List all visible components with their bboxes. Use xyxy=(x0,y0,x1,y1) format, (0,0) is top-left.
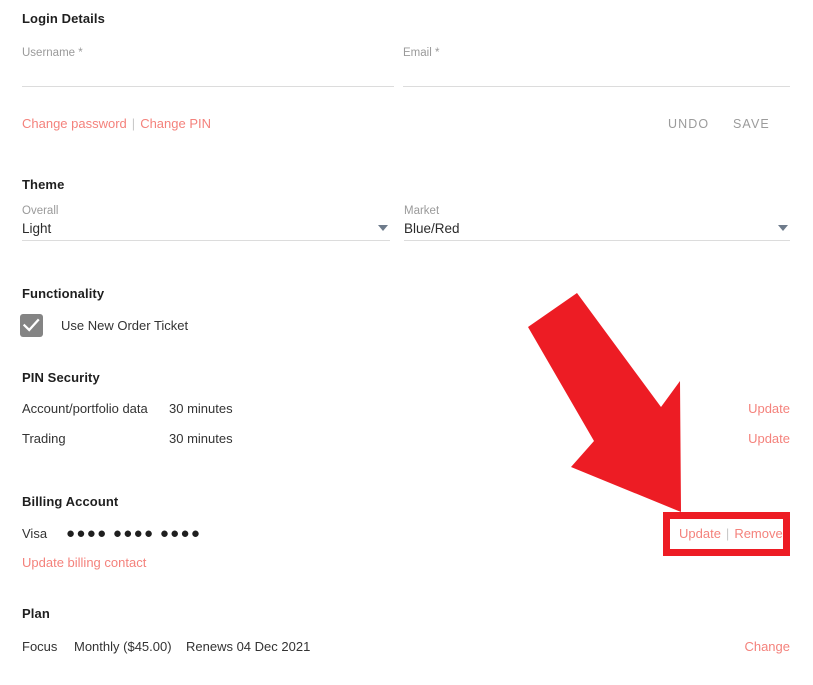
billing-remove-link[interactable]: Remove xyxy=(734,526,782,541)
pin-security-row: Trading 30 minutes Update xyxy=(0,431,813,449)
theme-market-select[interactable]: Market Blue/Red xyxy=(404,205,790,241)
section-title-functionality: Functionality xyxy=(22,286,105,301)
pin-security-row-name: Trading xyxy=(22,431,66,446)
use-new-order-ticket-checkbox[interactable] xyxy=(20,314,43,337)
pin-security-row-duration: 30 minutes xyxy=(169,401,233,416)
theme-market-underline xyxy=(404,240,790,241)
username-field-underline xyxy=(22,86,394,87)
billing-actions-separator: | xyxy=(725,526,730,541)
section-title-plan: Plan xyxy=(22,606,50,621)
plan-renewal-date: Renews 04 Dec 2021 xyxy=(186,639,311,654)
red-arrow-annotation-icon xyxy=(528,293,681,512)
section-title-theme: Theme xyxy=(22,177,65,192)
use-new-order-ticket-row[interactable]: Use New Order Ticket xyxy=(20,314,188,337)
change-password-link[interactable]: Change password xyxy=(22,116,127,131)
email-field-label: Email * xyxy=(403,47,440,59)
theme-overall-value: Light xyxy=(22,221,52,236)
username-field[interactable]: Username * xyxy=(22,47,394,87)
pin-security-row: Account/portfolio data 30 minutes Update xyxy=(0,401,813,419)
save-button[interactable]: SAVE xyxy=(733,117,770,131)
theme-market-value: Blue/Red xyxy=(404,221,460,236)
update-billing-contact-link[interactable]: Update billing contact xyxy=(22,555,146,570)
theme-overall-select[interactable]: Overall Light xyxy=(22,205,390,241)
billing-update-link[interactable]: Update xyxy=(679,526,721,541)
pin-security-row-name: Account/portfolio data xyxy=(22,401,148,416)
pin-security-update-link[interactable]: Update xyxy=(748,431,790,446)
check-icon xyxy=(23,318,40,332)
plan-billing-cycle: Monthly ($45.00) xyxy=(74,639,172,654)
chevron-down-icon[interactable] xyxy=(378,225,388,231)
billing-actions-group: Update | Remove xyxy=(679,526,783,541)
email-field[interactable]: Email * xyxy=(403,47,790,87)
theme-overall-underline xyxy=(22,240,390,241)
pin-security-update-link[interactable]: Update xyxy=(748,401,790,416)
login-links-group: Change password | Change PIN xyxy=(22,116,211,131)
theme-market-label: Market xyxy=(404,205,440,217)
plan-name: Focus xyxy=(22,639,58,654)
username-input[interactable] xyxy=(22,63,394,78)
billing-card-type: Visa xyxy=(22,526,48,541)
billing-card-masked-number: ●●●● ●●●● ●●●● xyxy=(66,525,202,542)
username-field-label: Username * xyxy=(22,47,83,59)
section-title-login-details: Login Details xyxy=(22,11,105,26)
pin-security-row-duration: 30 minutes xyxy=(169,431,233,446)
email-input[interactable] xyxy=(403,63,790,78)
use-new-order-ticket-label: Use New Order Ticket xyxy=(61,318,189,333)
plan-change-link[interactable]: Change xyxy=(744,639,790,654)
theme-overall-label: Overall xyxy=(22,205,59,217)
section-title-billing-account: Billing Account xyxy=(22,494,119,509)
login-links-separator: | xyxy=(131,116,136,131)
account-settings-page: Login Details Username * Email * Change … xyxy=(0,0,813,685)
section-title-pin-security: PIN Security xyxy=(22,370,100,385)
plan-row: Focus Monthly ($45.00) Renews 04 Dec 202… xyxy=(0,639,813,657)
chevron-down-icon[interactable] xyxy=(778,225,788,231)
change-pin-link[interactable]: Change PIN xyxy=(140,116,211,131)
email-field-underline xyxy=(403,86,790,87)
undo-button[interactable]: UNDO xyxy=(668,117,709,131)
